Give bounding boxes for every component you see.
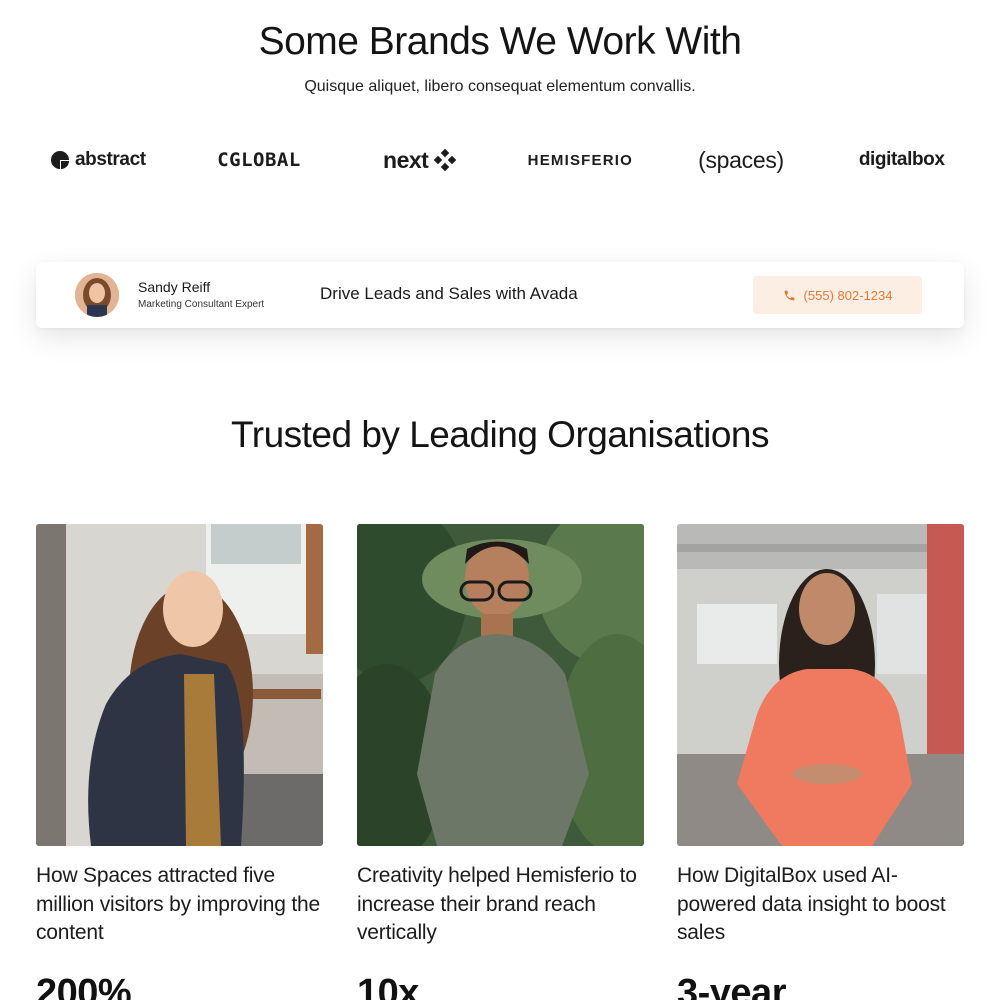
- logo-cglobal: CGLOBAL: [179, 149, 340, 171]
- logo-digitalbox-text: digitalbox: [858, 149, 945, 170]
- logo-abstract: abstract: [18, 149, 179, 171]
- phone-icon: [784, 290, 794, 300]
- case-study-photo: [357, 524, 644, 846]
- case-study-photo: [677, 524, 964, 846]
- avatar: [75, 273, 119, 317]
- next-diamond-icon: [434, 149, 457, 171]
- logo-hemisferio: HEMISFERIO: [500, 152, 661, 169]
- case-study-card[interactable]: Creativity helped Hemisferio to increase…: [357, 524, 644, 1000]
- logo-next: next: [339, 147, 500, 174]
- abstract-mark-icon: [50, 151, 69, 169]
- logo-digitalbox: digitalbox: [821, 149, 982, 171]
- logo-spaces-text: (spaces): [698, 146, 784, 173]
- phone-button[interactable]: (555) 802-1234: [753, 276, 922, 314]
- logo-cglobal-text: CGLOBAL: [217, 149, 301, 171]
- brands-subtitle: Quisque aliquet, libero consequat elemen…: [304, 78, 696, 95]
- case-study-title[interactable]: How Spaces attracted five million visito…: [36, 862, 323, 948]
- case-study-title[interactable]: Creativity helped Hemisferio to increase…: [357, 862, 644, 948]
- case-study-title[interactable]: How DigitalBox used AI-powered data insi…: [677, 862, 964, 948]
- person-name: Sandy Reiff: [138, 279, 211, 295]
- logo-hemisferio-text: HEMISFERIO: [527, 151, 634, 169]
- brands-title: Some Brands We Work With: [258, 20, 742, 63]
- logo-spaces: (spaces): [661, 147, 822, 174]
- case-study-card[interactable]: How DigitalBox used AI-powered data insi…: [677, 524, 964, 1000]
- case-study-stat: 10x: [357, 972, 419, 1000]
- logo-next-text: next: [383, 146, 429, 173]
- person-role: Marketing Consultant Expert: [138, 299, 265, 310]
- cta-headline: Drive Leads and Sales with Avada: [320, 284, 578, 303]
- brand-logos: abstract CGLOBAL next HEMISFERIO (spaces…: [18, 140, 982, 180]
- contact-cta-bar: Sandy Reiff Marketing Consultant Expert …: [36, 262, 964, 328]
- case-study-stat: 200%: [36, 972, 132, 1000]
- logo-abstract-text: abstract: [74, 149, 146, 170]
- phone-number: (555) 802-1234: [803, 287, 893, 303]
- case-study-photo: [36, 524, 323, 846]
- case-study-card[interactable]: How Spaces attracted five million visito…: [36, 524, 323, 1000]
- case-study-stat: 3-year: [677, 972, 786, 1000]
- trusted-title: Trusted by Leading Organisations: [231, 414, 769, 455]
